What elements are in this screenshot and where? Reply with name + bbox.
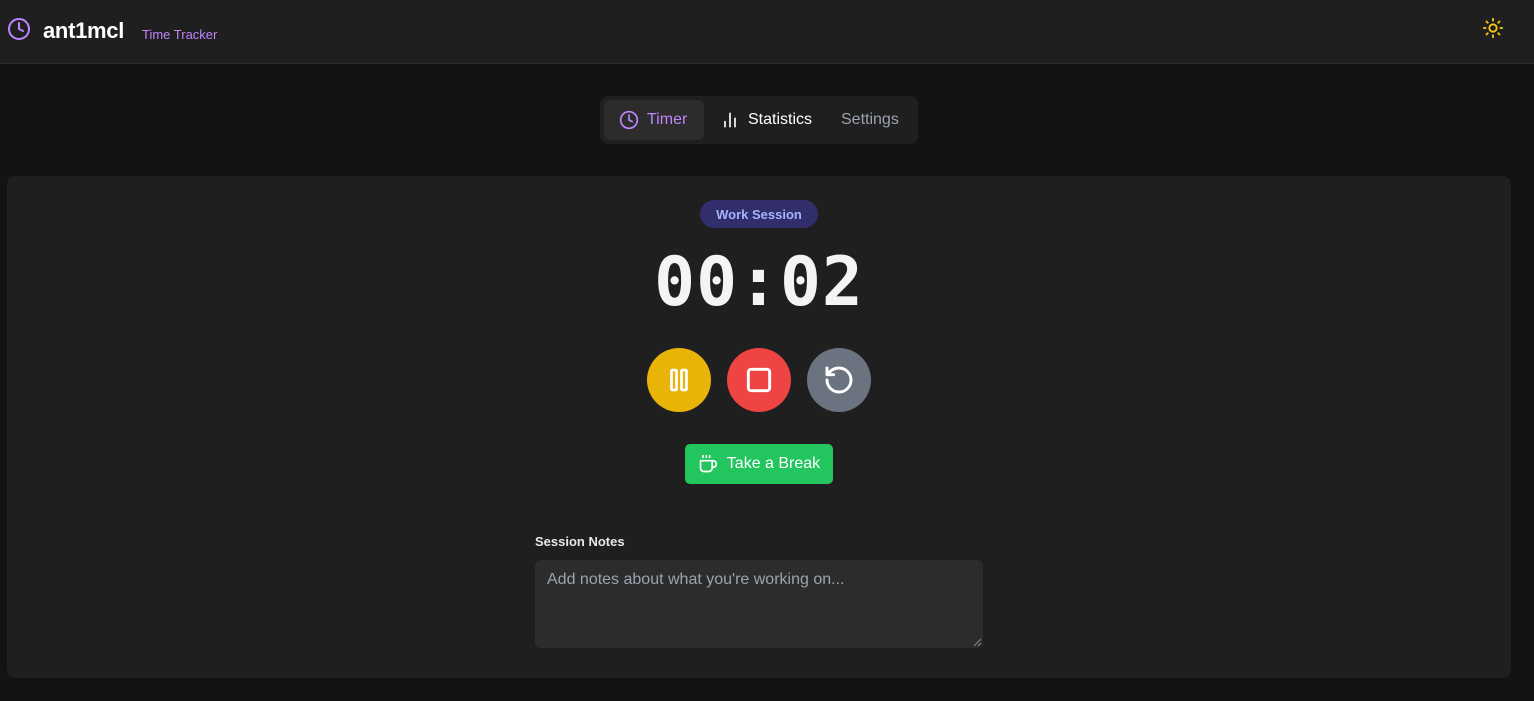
pause-icon [670, 368, 688, 392]
tab-timer-label: Timer [647, 111, 688, 128]
session-notes-label: Session Notes [535, 534, 625, 549]
tab-timer[interactable]: Timer [604, 100, 704, 140]
clock-icon [7, 17, 31, 41]
tab-statistics[interactable]: Statistics [706, 100, 820, 140]
resize-grip-icon[interactable] [972, 637, 982, 647]
app-header: ant1mcl Time Tracker [0, 0, 1534, 64]
coffee-icon [699, 454, 717, 473]
session-type-badge: Work Session [700, 200, 818, 228]
reset-button[interactable] [807, 348, 871, 412]
tab-bar: Timer Statistics Settings [600, 96, 918, 144]
tab-settings[interactable]: Settings [826, 100, 914, 140]
theme-toggle-button[interactable] [1480, 17, 1506, 43]
pause-button[interactable] [647, 348, 711, 412]
stop-button[interactable] [727, 348, 791, 412]
tab-statistics-label: Statistics [748, 111, 813, 128]
bar-chart-icon [724, 112, 736, 128]
stop-icon [746, 367, 772, 393]
app-name: ant1mcl [43, 18, 125, 43]
take-break-label: Take a Break [726, 455, 821, 472]
app-subtitle: Time Tracker [142, 27, 218, 42]
reset-icon [825, 366, 853, 394]
sun-icon [1482, 17, 1504, 44]
tab-settings-label: Settings [841, 111, 899, 128]
clock-icon [619, 110, 639, 130]
session-notes-input[interactable] [535, 560, 983, 648]
take-break-button[interactable]: Take a Break [685, 444, 833, 484]
timer-display: 00:02 [654, 242, 864, 322]
